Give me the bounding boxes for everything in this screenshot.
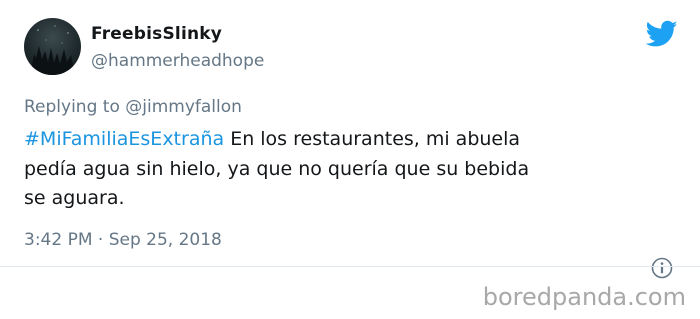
reply-prefix: Replying to	[24, 97, 126, 117]
replying-to: Replying to @jimmyfallon	[24, 97, 242, 117]
tweet-text-segment: En los restaurantes, mi abuela	[224, 128, 521, 150]
watermark-text: boredpanda.com	[482, 283, 686, 311]
tweet-text-line: #MiFamiliaEsExtraña En los restaurantes,…	[24, 125, 664, 155]
divider	[0, 266, 700, 267]
avatar[interactable]	[24, 18, 81, 75]
tweet-text: #MiFamiliaEsExtraña En los restaurantes,…	[24, 125, 664, 214]
hashtag-link[interactable]: #MiFamiliaEsExtraña	[24, 128, 224, 150]
tweet-card: FreebisSlinky @hammerheadhope Replying t…	[0, 0, 700, 272]
tweet-text-line: pedía agua sin hielo, ya que no quería q…	[24, 157, 530, 180]
twitter-bird-icon[interactable]	[645, 20, 678, 48]
avatar-image	[30, 25, 75, 75]
tweet-timestamp[interactable]: 3:42 PM · Sep 25, 2018	[24, 230, 222, 250]
display-name[interactable]: FreebisSlinky	[91, 24, 222, 44]
info-icon[interactable]	[651, 257, 673, 279]
user-handle[interactable]: @hammerheadhope	[91, 51, 264, 71]
reply-mention-link[interactable]: @jimmyfallon	[125, 97, 242, 117]
tweet-text-line: se aguara.	[24, 187, 125, 209]
